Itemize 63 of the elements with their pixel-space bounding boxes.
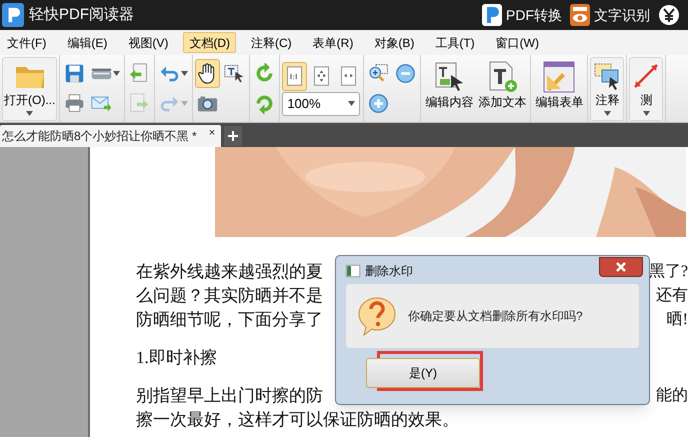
rotate-icon bbox=[254, 63, 276, 84]
close-tab-button[interactable]: × bbox=[208, 128, 216, 138]
menu-item[interactable]: 视图(V) bbox=[122, 32, 174, 53]
rotate-icon bbox=[254, 93, 276, 114]
menu-item[interactable]: 窗口(W) bbox=[490, 32, 545, 53]
paragraph-line: 么问题？其实防晒并不是 bbox=[136, 285, 323, 307]
menu-item[interactable]: 文件(F) bbox=[1, 32, 52, 53]
caret-icon bbox=[181, 71, 188, 76]
question-icon bbox=[356, 295, 398, 337]
paragraph-line: 擦一次最好，这样才可以保证防晒的效果。 bbox=[136, 409, 459, 431]
printer-icon bbox=[64, 93, 86, 114]
menu-item[interactable]: 文档(D) bbox=[183, 32, 236, 53]
close-button[interactable] bbox=[599, 257, 643, 277]
yen-coin-icon bbox=[658, 4, 680, 26]
paragraph-line: 黑了? bbox=[648, 262, 688, 282]
paragraph-line: 晒! bbox=[666, 310, 688, 330]
caret-icon bbox=[26, 110, 34, 116]
window-icon bbox=[346, 265, 360, 277]
menu-item[interactable]: 表单(R) bbox=[306, 32, 360, 53]
paragraph-line: 别指望早上出门时擦的防 bbox=[136, 385, 323, 407]
caret-icon bbox=[181, 101, 188, 106]
dialog-message: 你确定要从文档删除所有水印吗? bbox=[408, 308, 583, 325]
ocr-button[interactable]: 文字识别 bbox=[570, 4, 650, 26]
new-tab-button[interactable] bbox=[224, 126, 242, 146]
paragraph-line: 防晒细节呢，下面分享了 bbox=[136, 309, 323, 331]
edit-form-button[interactable]: 编辑表单 bbox=[533, 56, 586, 120]
eye-icon bbox=[570, 4, 590, 26]
menu-item[interactable]: 编辑(E) bbox=[61, 32, 114, 53]
caret-icon bbox=[113, 71, 120, 76]
paragraph-line: 能的 bbox=[656, 386, 688, 406]
actual-size-button[interactable] bbox=[282, 62, 308, 90]
hand-button[interactable] bbox=[195, 59, 220, 88]
document-tab[interactable]: 怎么才能防晒8个小妙招让你晒不黑 * × bbox=[0, 125, 222, 147]
folder-button[interactable]: 打开(O)... bbox=[2, 56, 58, 120]
zoom-out-icon bbox=[395, 63, 416, 84]
close-icon bbox=[616, 262, 626, 272]
zoom-area-icon bbox=[368, 63, 390, 84]
add-text-button[interactable]: 添加文本 bbox=[476, 56, 528, 120]
p-shape-icon bbox=[482, 4, 502, 26]
paragraph-line: 还有 bbox=[656, 286, 688, 306]
caret-icon bbox=[348, 101, 356, 106]
menu-item[interactable]: 注释(C) bbox=[245, 32, 298, 53]
edit-content-button[interactable]: 编辑内容 bbox=[423, 56, 476, 120]
pdf-convert-button[interactable]: PDF转换 bbox=[482, 4, 562, 26]
page-arrow-icon bbox=[129, 93, 150, 114]
measure-button[interactable]: 测 bbox=[629, 56, 664, 120]
paragraph-line: 在紫外线越来越强烈的夏 bbox=[136, 261, 323, 283]
yen-button[interactable] bbox=[658, 4, 680, 26]
zoom-field[interactable]: 100% bbox=[282, 92, 360, 116]
form-ruler-icon bbox=[542, 60, 576, 92]
dialog-title: 删除水印 bbox=[365, 263, 413, 280]
paragraph-line: 1.即时补擦 bbox=[136, 347, 217, 369]
text-cursor-icon bbox=[224, 63, 246, 84]
comment-button[interactable]: 注释 bbox=[590, 56, 624, 120]
caret-icon bbox=[642, 110, 650, 116]
menu-item[interactable]: 对象(B) bbox=[368, 32, 420, 53]
caret-icon bbox=[604, 110, 611, 116]
plus-icon bbox=[228, 131, 238, 141]
zoom-in-icon bbox=[368, 93, 390, 114]
menu-item[interactable]: 工具(T) bbox=[429, 32, 481, 53]
edit-text-icon bbox=[433, 60, 466, 92]
window-title: 轻快PDF阅读器 bbox=[29, 4, 134, 25]
yes-button[interactable]: 是(Y) bbox=[366, 358, 480, 388]
